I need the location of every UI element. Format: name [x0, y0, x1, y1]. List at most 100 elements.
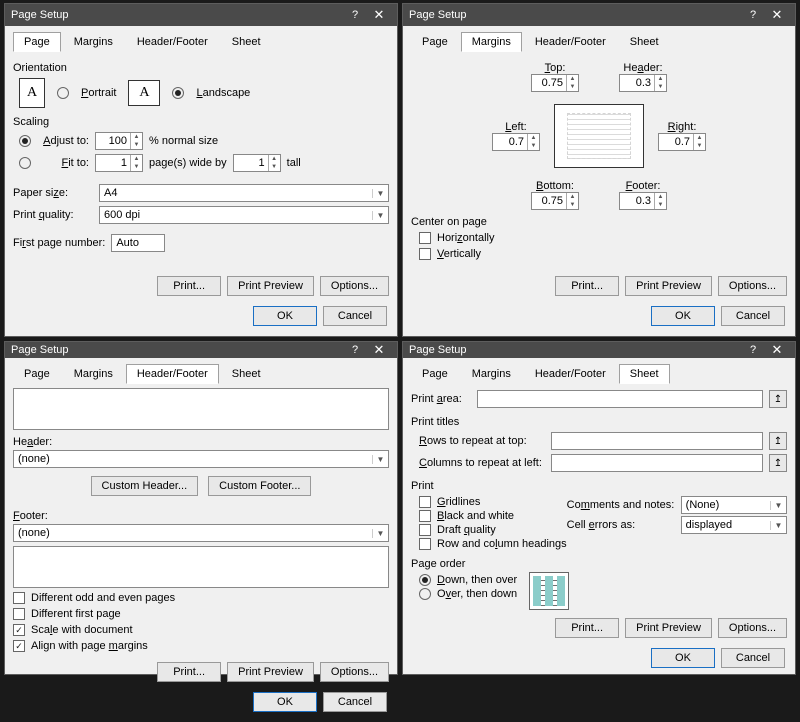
- fit-to-label: Fit to:: [37, 157, 89, 169]
- print-button[interactable]: Print...: [157, 276, 221, 296]
- adjust-spinner[interactable]: ▲▼: [95, 132, 143, 150]
- tab-margins[interactable]: Margins: [63, 364, 124, 384]
- tab-margins[interactable]: Margins: [461, 364, 522, 384]
- print-button[interactable]: Print...: [555, 618, 619, 638]
- portrait-radio[interactable]: [57, 87, 69, 99]
- tab-sheet[interactable]: Sheet: [221, 364, 272, 384]
- errors-combo[interactable]: displayed▼: [681, 516, 787, 534]
- diff-odd-label: Different odd and even pages: [31, 592, 175, 604]
- header-spinner[interactable]: ▲▼: [619, 74, 667, 92]
- tab-page[interactable]: Page: [411, 32, 459, 52]
- chevron-down-icon[interactable]: ▼: [372, 455, 388, 464]
- tab-sheet[interactable]: Sheet: [619, 364, 670, 384]
- vert-check[interactable]: [419, 248, 431, 260]
- orientation-label: Orientation: [13, 62, 389, 74]
- fit-tall-input[interactable]: [234, 155, 268, 171]
- tab-headerfooter[interactable]: Header/Footer: [126, 364, 219, 384]
- print-preview-button[interactable]: Print Preview: [625, 276, 712, 296]
- footer-spinner[interactable]: ▲▼: [619, 192, 667, 210]
- fit-wide-input[interactable]: [96, 155, 130, 171]
- help-button[interactable]: ?: [343, 9, 367, 21]
- help-button[interactable]: ?: [741, 9, 765, 21]
- fit-tall-spinner[interactable]: ▲▼: [233, 154, 281, 172]
- ok-button[interactable]: OK: [253, 306, 317, 326]
- spin-down[interactable]: ▼: [131, 141, 142, 149]
- cancel-button[interactable]: Cancel: [721, 306, 785, 326]
- spin-up[interactable]: ▲: [131, 133, 142, 141]
- options-button[interactable]: Options...: [320, 276, 389, 296]
- options-button[interactable]: Options...: [718, 276, 787, 296]
- fit-to-radio[interactable]: [19, 157, 31, 169]
- fit-wide-spinner[interactable]: ▲▼: [95, 154, 143, 172]
- options-button[interactable]: Options...: [718, 618, 787, 638]
- scale-doc-check[interactable]: [13, 624, 25, 636]
- align-margins-check[interactable]: [13, 640, 25, 652]
- cancel-button[interactable]: Cancel: [323, 306, 387, 326]
- chevron-down-icon[interactable]: ▼: [372, 211, 388, 220]
- titlebar: Page Setup ? ✕: [403, 342, 795, 358]
- page-setup-dialog-headerfooter: Page Setup ? ✕ Page Margins Header/Foote…: [4, 341, 398, 675]
- print-preview-button[interactable]: Print Preview: [227, 276, 314, 296]
- gridlines-check[interactable]: [419, 496, 431, 508]
- close-button[interactable]: ✕: [367, 7, 391, 23]
- left-spinner[interactable]: ▲▼: [492, 133, 540, 151]
- cancel-button[interactable]: Cancel: [721, 648, 785, 668]
- horiz-check[interactable]: [419, 232, 431, 244]
- first-page-input[interactable]: [111, 234, 165, 252]
- help-button[interactable]: ?: [741, 344, 765, 356]
- ok-button[interactable]: OK: [651, 306, 715, 326]
- tab-headerfooter[interactable]: Header/Footer: [524, 32, 617, 52]
- tab-headerfooter[interactable]: Header/Footer: [524, 364, 617, 384]
- cancel-button[interactable]: Cancel: [323, 692, 387, 712]
- ok-button[interactable]: OK: [253, 692, 317, 712]
- help-button[interactable]: ?: [343, 344, 367, 356]
- tab-margins[interactable]: Margins: [63, 32, 124, 52]
- close-button[interactable]: ✕: [765, 342, 789, 358]
- rowcol-check[interactable]: [419, 538, 431, 550]
- draft-check[interactable]: [419, 524, 431, 536]
- print-section-label: Print: [411, 480, 787, 492]
- custom-header-button[interactable]: Custom Header...: [91, 476, 199, 496]
- paper-size-combo[interactable]: A4▼: [99, 184, 389, 202]
- adjust-to-radio[interactable]: [19, 135, 31, 147]
- tab-headerfooter[interactable]: Header/Footer: [126, 32, 219, 52]
- right-spinner[interactable]: ▲▼: [658, 133, 706, 151]
- rows-repeat-input[interactable]: [551, 432, 763, 450]
- bottom-spinner[interactable]: ▲▼: [531, 192, 579, 210]
- tab-sheet[interactable]: Sheet: [619, 32, 670, 52]
- close-button[interactable]: ✕: [765, 7, 789, 23]
- center-on-page-label: Center on page: [411, 216, 787, 228]
- diff-odd-check[interactable]: [13, 592, 25, 604]
- print-quality-combo[interactable]: 600 dpi▼: [99, 206, 389, 224]
- bw-check[interactable]: [419, 510, 431, 522]
- print-preview-button[interactable]: Print Preview: [227, 662, 314, 682]
- print-preview-button[interactable]: Print Preview: [625, 618, 712, 638]
- custom-footer-button[interactable]: Custom Footer...: [208, 476, 311, 496]
- over-down-radio[interactable]: [419, 588, 431, 600]
- header-combo[interactable]: (none)▼: [13, 450, 389, 468]
- diff-first-check[interactable]: [13, 608, 25, 620]
- print-button[interactable]: Print...: [157, 662, 221, 682]
- comments-combo[interactable]: (None)▼: [681, 496, 787, 514]
- range-picker-icon[interactable]: ↥: [769, 390, 787, 408]
- tab-margins[interactable]: Margins: [461, 32, 522, 52]
- chevron-down-icon[interactable]: ▼: [372, 189, 388, 198]
- cols-repeat-input[interactable]: [551, 454, 763, 472]
- chevron-down-icon[interactable]: ▼: [372, 529, 388, 538]
- close-button[interactable]: ✕: [367, 342, 391, 358]
- range-picker-icon[interactable]: ↥: [769, 454, 787, 472]
- range-picker-icon[interactable]: ↥: [769, 432, 787, 450]
- top-spinner[interactable]: ▲▼: [531, 74, 579, 92]
- down-over-radio[interactable]: [419, 574, 431, 586]
- print-button[interactable]: Print...: [555, 276, 619, 296]
- print-area-input[interactable]: [477, 390, 763, 408]
- footer-combo[interactable]: (none)▼: [13, 524, 389, 542]
- ok-button[interactable]: OK: [651, 648, 715, 668]
- adjust-input[interactable]: [96, 133, 130, 149]
- landscape-radio[interactable]: [172, 87, 184, 99]
- tab-page[interactable]: Page: [13, 32, 61, 52]
- tab-page[interactable]: Page: [13, 364, 61, 384]
- tab-page[interactable]: Page: [411, 364, 459, 384]
- options-button[interactable]: Options...: [320, 662, 389, 682]
- tab-sheet[interactable]: Sheet: [221, 32, 272, 52]
